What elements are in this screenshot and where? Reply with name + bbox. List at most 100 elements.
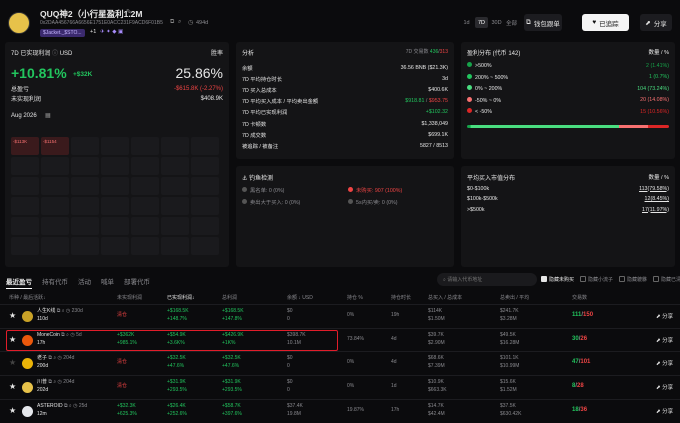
phishing-item: 未购买: 907 (100%) [348, 186, 402, 194]
tx-loss: 101 [580, 359, 591, 366]
column-header[interactable]: 持仓时长 [391, 294, 411, 301]
hold-time: 17h [391, 406, 400, 413]
token-tag[interactable]: $Jacket._$STO... [40, 29, 85, 37]
table-row[interactable]: ★ 人生K线 ⧉ ⌕ ◷ 230d 110d 清仓 +$168.5K +148.7% +$1… [0, 304, 680, 328]
tx-count: 18/36 [572, 407, 587, 414]
analysis-row: 7D 平均持仓时长 3d [242, 74, 448, 83]
tab-4[interactable]: 部署代币 [124, 279, 150, 286]
search-box[interactable]: ⌕ 请输入代币地址 [437, 273, 537, 286]
edit-icon[interactable]: ✎ [126, 8, 132, 16]
row-share-button[interactable]: ⬈ 分享 [656, 336, 673, 344]
column-header[interactable]: 币种 / 最后活跃↓ [9, 294, 46, 301]
phishing-item: 黑名单: 0 (0%) [242, 186, 284, 194]
table-row[interactable]: ★ 老子 ⧉ ⌕ ◷ 204d 200d 清仓 +$32.5K +47.6% +$32.5K… [0, 351, 680, 375]
column-header[interactable]: 未实现利润 [117, 294, 142, 301]
filter-checkbox[interactable]: 隐藏未购买 [541, 276, 574, 283]
tab-3[interactable]: 喊单 [101, 279, 114, 286]
tag-plus[interactable]: +1 [90, 29, 96, 35]
calendar-day: -$1154 [41, 137, 69, 155]
total-sell: $49.5K [500, 331, 516, 338]
unrealized-percent: +625.3% [117, 410, 137, 417]
filters: 隐藏未购买 隐藏小流子 隐藏貔貅 隐藏已清仓 [541, 276, 680, 283]
column-header[interactable]: 总卖出 / 平均 [500, 294, 529, 301]
token-age: ⧉ ⌕ ◷ 25d [62, 402, 88, 409]
balance-usd: $0 [287, 379, 293, 386]
period-1d[interactable]: 1d [460, 17, 473, 28]
table-row[interactable]: ★ 川普 ⧉ ⌕ ◷ 204d 202d 清仓 +$31.9K +293.5% +$31.9… [0, 375, 680, 399]
total-percent: +397.6% [222, 410, 242, 417]
calendar-day [191, 177, 219, 195]
calendar-day [41, 217, 69, 235]
star-icon[interactable]: ★ [9, 406, 16, 415]
tab-0[interactable]: 最近盈亏 [6, 279, 32, 289]
share-button[interactable]: ⬈ 分享 [640, 14, 672, 31]
token-avatar [22, 358, 33, 370]
token-last-active: 202d [37, 387, 49, 394]
calendar-day [11, 157, 39, 175]
column-header[interactable]: 余额 ↓ USD [287, 294, 313, 301]
total-sell: $37.5K [500, 402, 516, 409]
tx-loss: 36 [580, 406, 588, 413]
token-last-active: 200d [37, 363, 49, 370]
star-icon[interactable]: ★ [9, 358, 16, 367]
tx-win: 111 [572, 312, 582, 318]
star-icon[interactable]: ★ [9, 335, 16, 344]
checkbox-box[interactable] [653, 276, 660, 282]
copy-icon[interactable]: ⧉ [170, 19, 174, 26]
tab-1[interactable]: 持有代币 [42, 279, 68, 286]
total-percent: +47.6% [222, 363, 240, 370]
token-name[interactable]: 老子 ⧉ ⌕ ◷ 204d [37, 355, 74, 362]
column-header[interactable]: 总利润 [222, 294, 237, 301]
analysis-row-value: 3d [442, 75, 448, 82]
avg-buy-row: $0-$100k 113(79.58%) [467, 184, 669, 193]
column-header[interactable]: 已实现利润↓ [167, 294, 195, 301]
winrate-value: 25.86% [175, 65, 223, 81]
table-row[interactable]: ★ MoneCoin ⧉ ⌕ ◷ 5d 17h +$362K +985.1% +$54.9… [0, 327, 680, 352]
tab-2[interactable]: 活动 [78, 279, 91, 286]
filter-checkbox[interactable]: 隐藏小流子 [580, 276, 613, 283]
row-share-button[interactable]: ⬈ 分享 [656, 407, 673, 415]
calendar-day [191, 137, 219, 155]
token-name[interactable]: MoneCoin ⧉ ⌕ ◷ 5d [37, 332, 82, 339]
table-row[interactable]: ★ ASTEROID ⧉ ⌕ ◷ 25d 12m +$32.3K +625.3% +$26… [0, 398, 680, 423]
calendar-day [101, 197, 129, 215]
token-name-text: ASTEROID [37, 402, 63, 409]
column-header[interactable]: 持仓 % [347, 294, 363, 301]
followed-button[interactable]: ♥ 已追踪 [582, 14, 629, 31]
total-value: +$31.9K [222, 379, 241, 386]
filter-checkbox[interactable]: 隐藏已清仓 [653, 276, 680, 283]
position-percent: 73.84% [347, 335, 364, 342]
period-30d[interactable]: 30D [490, 17, 503, 28]
star-icon[interactable]: ★ [9, 311, 16, 320]
search-icon[interactable]: ⌕ [178, 19, 181, 26]
filter-checkbox[interactable]: 隐藏貔貅 [619, 276, 647, 283]
row-share-button[interactable]: ⬈ 分享 [656, 359, 673, 367]
phishing-item-label: 未购买: 907 (100%) [356, 188, 403, 194]
checkbox-box[interactable] [580, 276, 587, 282]
analysis-row-value: $400.6K [428, 86, 448, 93]
analysis-row-value: +$102.32 [425, 109, 448, 116]
calendar-icon[interactable]: ▦ [45, 112, 51, 119]
pnl-absolute: +$32K [73, 71, 93, 78]
checkbox-box[interactable] [619, 276, 626, 282]
column-header[interactable]: 总买入 / 总成本 [428, 294, 462, 301]
token-name[interactable]: 川普 ⧉ ⌕ ◷ 204d [37, 379, 74, 386]
distribution-row-label: 200% ~ 500% [467, 73, 508, 81]
calendar-day [11, 177, 39, 195]
wallet-copytrade-button[interactable]: ⧉ 钱包跟单 [524, 14, 562, 31]
row-share-button[interactable]: ⬈ 分享 [656, 312, 673, 320]
row-share-button[interactable]: ⬈ 分享 [656, 383, 673, 391]
token-name[interactable]: ASTEROID ⧉ ⌕ ◷ 25d [37, 403, 87, 410]
column-header[interactable]: 交易数 [572, 294, 587, 301]
total-value: +$426.9K [222, 331, 244, 338]
avg-buy-value: 12(8.45%) [644, 196, 669, 202]
period-全部[interactable]: 全部 [505, 17, 518, 28]
tx-count: 111/150 [572, 312, 593, 319]
period-7d[interactable]: 7D [475, 17, 488, 28]
trades-count: 7D 交易数 436/313 [405, 49, 448, 55]
checkbox-box[interactable] [541, 276, 547, 282]
token-name-text: MoneCoin [37, 331, 60, 338]
star-icon[interactable]: ★ [9, 382, 16, 391]
token-name[interactable]: 人生K线 ⧉ ⌕ ◷ 230d [37, 308, 83, 315]
calendar-day [101, 157, 129, 175]
